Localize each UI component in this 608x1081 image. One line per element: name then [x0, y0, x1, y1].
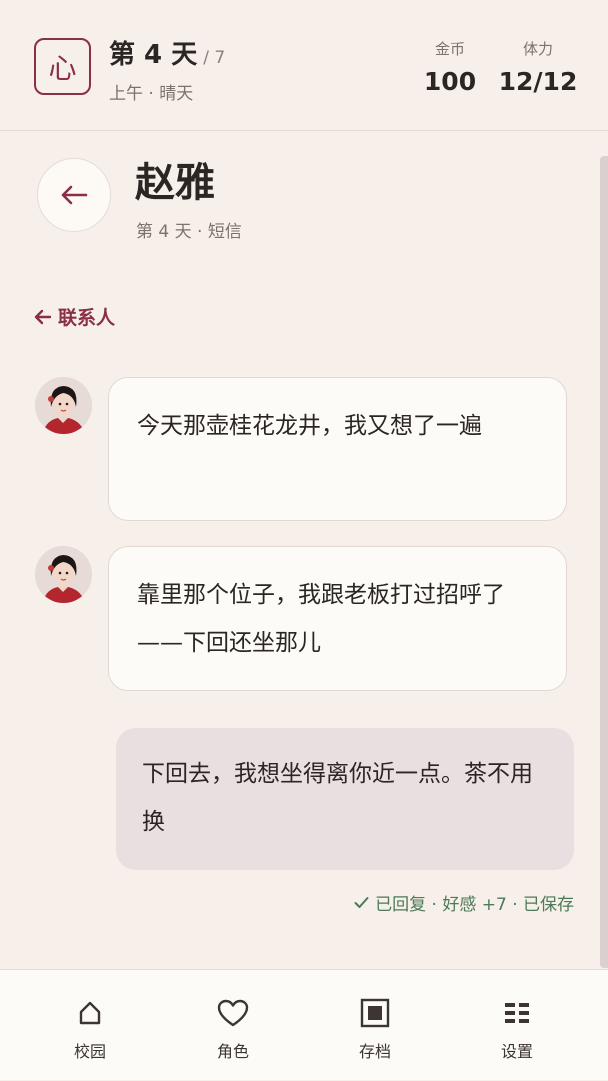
- coins-stat: 金币 100: [420, 38, 480, 96]
- nav-roles-label: 角色: [216, 1042, 249, 1061]
- logo-char: 心: [48, 51, 77, 85]
- nav-campus-label: 校园: [73, 1042, 106, 1061]
- reply-status-text: 已回复 · 好感 +7 · 已保存: [375, 895, 574, 915]
- nav-campus[interactable]: 校园: [40, 970, 140, 1081]
- back-button[interactable]: [37, 158, 111, 232]
- house-icon: [73, 996, 107, 1030]
- nav-roles[interactable]: 角色: [183, 970, 283, 1081]
- scrollbar[interactable]: [600, 156, 608, 968]
- message-text: 靠里那个位子，我跟老板打过招呼了——下回还坐那儿: [137, 582, 505, 656]
- top-status-bar: 心 第 4 天 / 7 上午 · 晴天 金币 100 体力 12/12: [0, 0, 608, 131]
- stamina-label: 体力: [522, 40, 553, 58]
- time-weather: 上午 · 晴天: [109, 84, 194, 104]
- incoming-message-bubble: 靠里那个位子，我跟老板打过招呼了——下回还坐那儿: [108, 546, 567, 691]
- message-text: 下回去，我想坐得离你近一点。茶不用换: [142, 761, 533, 835]
- day-title: 第 4 天: [109, 40, 198, 70]
- stamina-stat: 体力 12/12: [496, 38, 580, 96]
- nav-saves-label: 存档: [358, 1042, 391, 1061]
- outgoing-message-bubble: 下回去，我想坐得离你近一点。茶不用换: [116, 728, 574, 870]
- contact-avatar[interactable]: [35, 546, 92, 603]
- coins-value: 100: [423, 67, 477, 96]
- heart-logo: 心: [34, 38, 91, 95]
- bottom-navigation: 校园 角色 存档 设置: [0, 969, 608, 1080]
- coins-label: 金币: [434, 40, 465, 58]
- nav-saves[interactable]: 存档: [325, 970, 425, 1081]
- nav-settings[interactable]: 设置: [467, 970, 567, 1081]
- arrow-left-small-icon: [34, 309, 52, 325]
- arrow-left-icon: [61, 185, 88, 205]
- day-indicator: 第 4 天 / 7: [109, 34, 225, 71]
- check-icon: [354, 896, 369, 909]
- day-total: / 7: [203, 48, 226, 68]
- contact-avatar[interactable]: [35, 377, 92, 434]
- heart-icon: [216, 996, 250, 1030]
- incoming-message-bubble: 今天那壶桂花龙井，我又想了一遍: [108, 377, 567, 521]
- message-text: 今天那壶桂花龙井，我又想了一遍: [137, 413, 482, 439]
- contact-name: 赵雅: [135, 159, 215, 206]
- stamina-value: 12/12: [498, 67, 578, 96]
- chat-subtitle: 第 4 天 · 短信: [136, 222, 242, 242]
- reply-status: 已回复 · 好感 +7 · 已保存: [354, 890, 574, 915]
- contacts-link-label: 联系人: [58, 307, 116, 329]
- save-square-icon: [358, 996, 392, 1030]
- nav-settings-label: 设置: [500, 1042, 533, 1061]
- contacts-link[interactable]: 联系人: [34, 303, 115, 330]
- settings-grid-icon: [500, 996, 534, 1030]
